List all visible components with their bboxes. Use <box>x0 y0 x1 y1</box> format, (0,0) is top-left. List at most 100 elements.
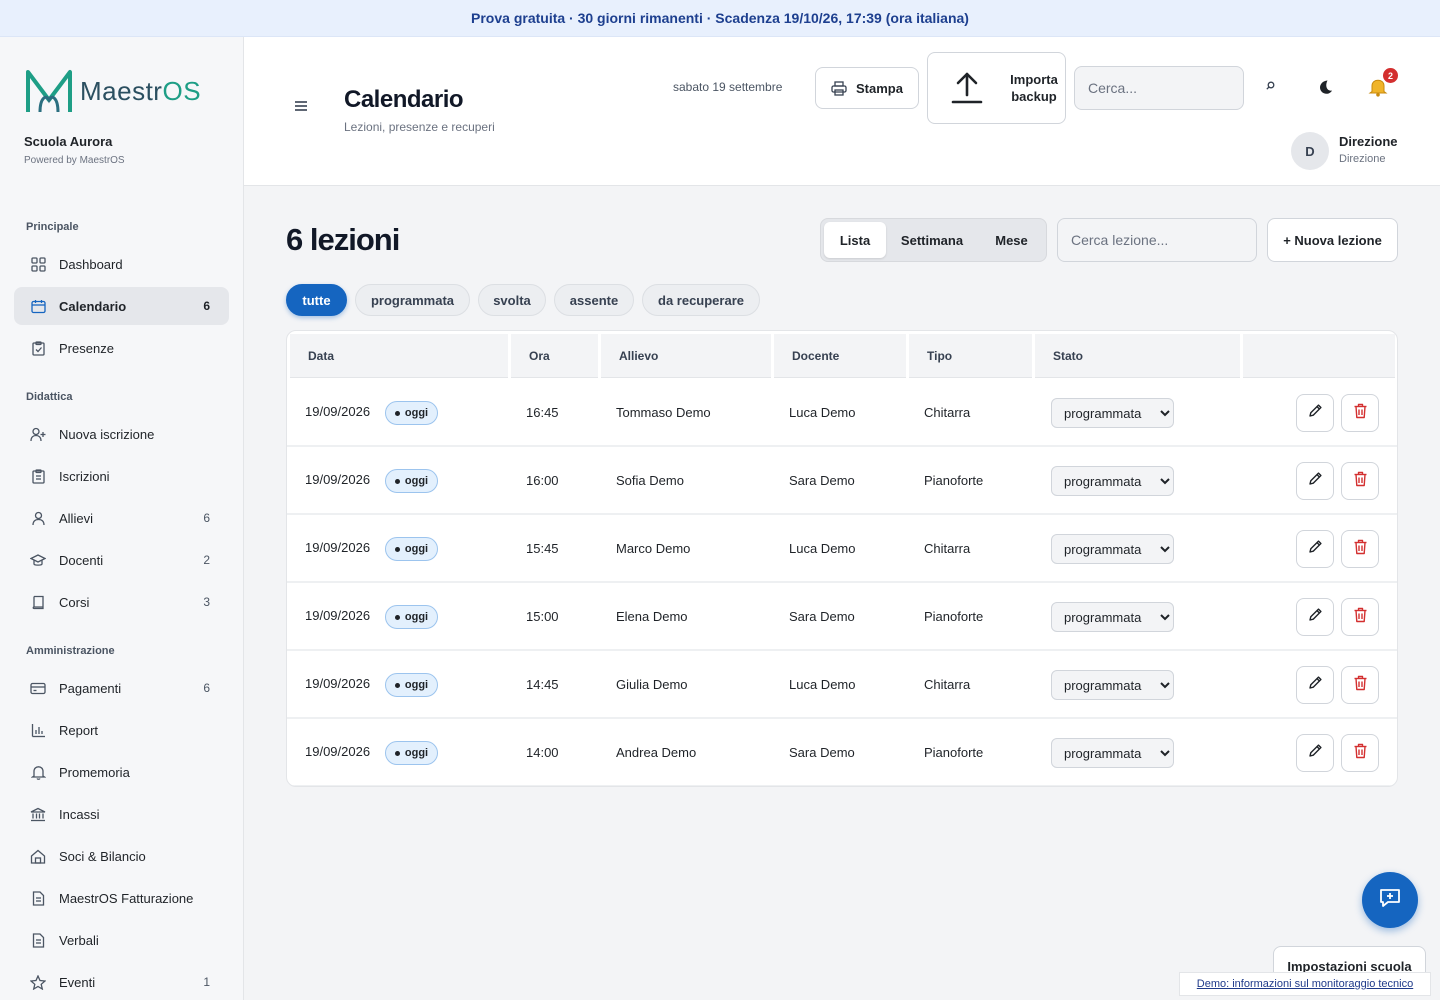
sidebar-item-count: 6 <box>203 681 210 695</box>
cell-allievo[interactable]: Sofia Demo <box>616 473 684 488</box>
school-name: Scuola Aurora <box>24 134 113 149</box>
table-row: 19/09/2026 oggi 16:00 Sofia Demo Sara Demo Pi… <box>287 447 1397 515</box>
hamburger-icon[interactable] <box>294 99 308 117</box>
trash-icon <box>1353 471 1368 492</box>
sidebar-item-incassi[interactable]: Incassi <box>14 795 229 833</box>
delete-button[interactable] <box>1341 394 1379 432</box>
table-row: 19/09/2026 oggi 15:45 Marco Demo Luca Demo Ch… <box>287 515 1397 583</box>
view-toggle: Lista Settimana Mese <box>820 218 1047 262</box>
sidebar-item-iscrizioni[interactable]: Iscrizioni <box>14 457 229 495</box>
delete-button[interactable] <box>1341 598 1379 636</box>
sidebar-item-count: 2 <box>203 553 210 567</box>
edit-button[interactable] <box>1296 530 1334 568</box>
dot-icon <box>394 546 400 552</box>
avatar[interactable]: D <box>1291 132 1329 170</box>
sidebar-item-label: Pagamenti <box>59 680 122 696</box>
column-header-tipo[interactable]: Tipo <box>909 334 1032 378</box>
sidebar-item-corsi[interactable]: Corsi 3 <box>14 583 229 621</box>
import-backup-button[interactable]: Importa backup <box>927 52 1066 124</box>
table-row: 19/09/2026 oggi 16:45 Tommaso Demo Luca Demo… <box>287 379 1397 447</box>
filter-chip-programmata[interactable]: programmata <box>355 284 470 316</box>
delete-button[interactable] <box>1341 666 1379 704</box>
logo-mark-icon <box>26 70 72 113</box>
column-header-stato[interactable]: Stato <box>1035 334 1240 378</box>
sidebar-item-count: 6 <box>203 511 210 525</box>
sidebar-item-presenze[interactable]: Presenze <box>14 329 229 367</box>
sidebar-item-calendario[interactable]: Calendario 6 <box>14 287 229 325</box>
filter-chip-assente[interactable]: assente <box>554 284 634 316</box>
cell-ora: 14:00 <box>526 745 559 760</box>
view-lista-button[interactable]: Lista <box>824 222 886 258</box>
sidebar-item-verbali[interactable]: Verbali <box>14 921 229 959</box>
filter-chip-da-recuperare[interactable]: da recuperare <box>642 284 760 316</box>
grid-icon <box>30 256 46 272</box>
user-name: Direzione <box>1339 134 1398 149</box>
edit-button[interactable] <box>1296 462 1334 500</box>
sidebar-item-dashboard[interactable]: Dashboard <box>14 245 229 283</box>
trash-icon <box>1353 403 1368 424</box>
status-select[interactable]: programmatasvoltaassenteda recuperare <box>1051 534 1174 564</box>
view-settimana-button[interactable]: Settimana <box>890 222 974 258</box>
edit-button[interactable] <box>1296 666 1334 704</box>
pencil-icon <box>1308 607 1323 627</box>
global-search-input[interactable] <box>1074 66 1244 110</box>
trial-banner-text: Prova gratuita · 30 giorni rimanenti · S… <box>471 10 969 26</box>
print-button[interactable]: Stampa <box>815 67 919 109</box>
chat-icon <box>1379 888 1401 913</box>
current-date: sabato 19 settembre <box>673 80 783 94</box>
delete-button[interactable] <box>1341 530 1379 568</box>
lesson-search-input[interactable] <box>1057 218 1257 262</box>
section-title-didattica: Didattica <box>26 391 73 403</box>
cell-allievo[interactable]: Giulia Demo <box>616 677 688 692</box>
status-select[interactable]: programmatasvoltaassenteda recuperare <box>1051 738 1174 768</box>
cell-allievo[interactable]: Marco Demo <box>616 541 690 556</box>
view-mese-button[interactable]: Mese <box>978 222 1045 258</box>
chat-fab-button[interactable] <box>1362 872 1418 928</box>
cell-data: 19/09/2026 <box>305 744 371 759</box>
cell-data: 19/09/2026 <box>305 540 371 555</box>
sidebar-item-soci-bilancio[interactable]: Soci & Bilancio <box>14 837 229 875</box>
trash-icon <box>1353 607 1368 628</box>
dark-mode-toggle[interactable] <box>1317 79 1333 100</box>
sidebar-item-allievi[interactable]: Allievi 6 <box>14 499 229 537</box>
search-icon[interactable] <box>1266 79 1275 93</box>
column-header-docente[interactable]: Docente <box>774 334 906 378</box>
delete-button[interactable] <box>1341 462 1379 500</box>
edit-button[interactable] <box>1296 394 1334 432</box>
edit-button[interactable] <box>1296 598 1334 636</box>
bar-chart-icon <box>30 722 46 738</box>
delete-button[interactable] <box>1341 734 1379 772</box>
cell-allievo[interactable]: Andrea Demo <box>616 745 696 760</box>
column-header-allievo[interactable]: Allievo <box>601 334 771 378</box>
column-header-ora[interactable]: Ora <box>511 334 598 378</box>
column-header-actions <box>1243 334 1395 378</box>
status-select[interactable]: programmatasvoltaassenteda recuperare <box>1051 398 1174 428</box>
status-select[interactable]: programmatasvoltaassenteda recuperare <box>1051 670 1174 700</box>
graduation-cap-icon <box>30 552 46 568</box>
sidebar-item-eventi[interactable]: Eventi 1 <box>14 963 229 1000</box>
sidebar-item-pagamenti[interactable]: Pagamenti 6 <box>14 669 229 707</box>
sidebar-item-report[interactable]: Report <box>14 711 229 749</box>
status-select[interactable]: programmatasvoltaassenteda recuperare <box>1051 466 1174 496</box>
new-lesson-button[interactable]: + Nuova lezione <box>1267 218 1398 262</box>
cell-allievo[interactable]: Elena Demo <box>616 609 688 624</box>
column-header-data[interactable]: Data <box>290 334 508 378</box>
cell-docente: Luca Demo <box>789 541 856 556</box>
filter-chip-svolta[interactable]: svolta <box>478 284 546 316</box>
edit-button[interactable] <box>1296 734 1334 772</box>
sidebar-item-nuova-iscrizione[interactable]: Nuova iscrizione <box>14 415 229 453</box>
sidebar-item-promemoria[interactable]: Promemoria <box>14 753 229 791</box>
demo-monitoring-link[interactable]: Demo: informazioni sul monitoraggio tecn… <box>1179 972 1431 996</box>
sidebar-item-label: Docenti <box>59 552 104 568</box>
filter-chip-tutte[interactable]: tutte <box>286 284 347 316</box>
sidebar-item-fatturazione[interactable]: MaestrOS Fatturazione <box>14 879 229 917</box>
status-select[interactable]: programmatasvoltaassenteda recuperare <box>1051 602 1174 632</box>
cell-docente: Luca Demo <box>789 405 856 420</box>
logo[interactable]: MaestrOS <box>24 68 201 114</box>
printer-icon <box>831 80 847 96</box>
moon-icon <box>1317 79 1333 100</box>
sidebar-item-count: 6 <box>203 299 210 313</box>
cell-allievo[interactable]: Tommaso Demo <box>616 405 711 420</box>
sidebar-item-docenti[interactable]: Docenti 2 <box>14 541 229 579</box>
sidebar: MaestrOS Scuola Aurora Powered by Maestr… <box>0 37 244 1000</box>
